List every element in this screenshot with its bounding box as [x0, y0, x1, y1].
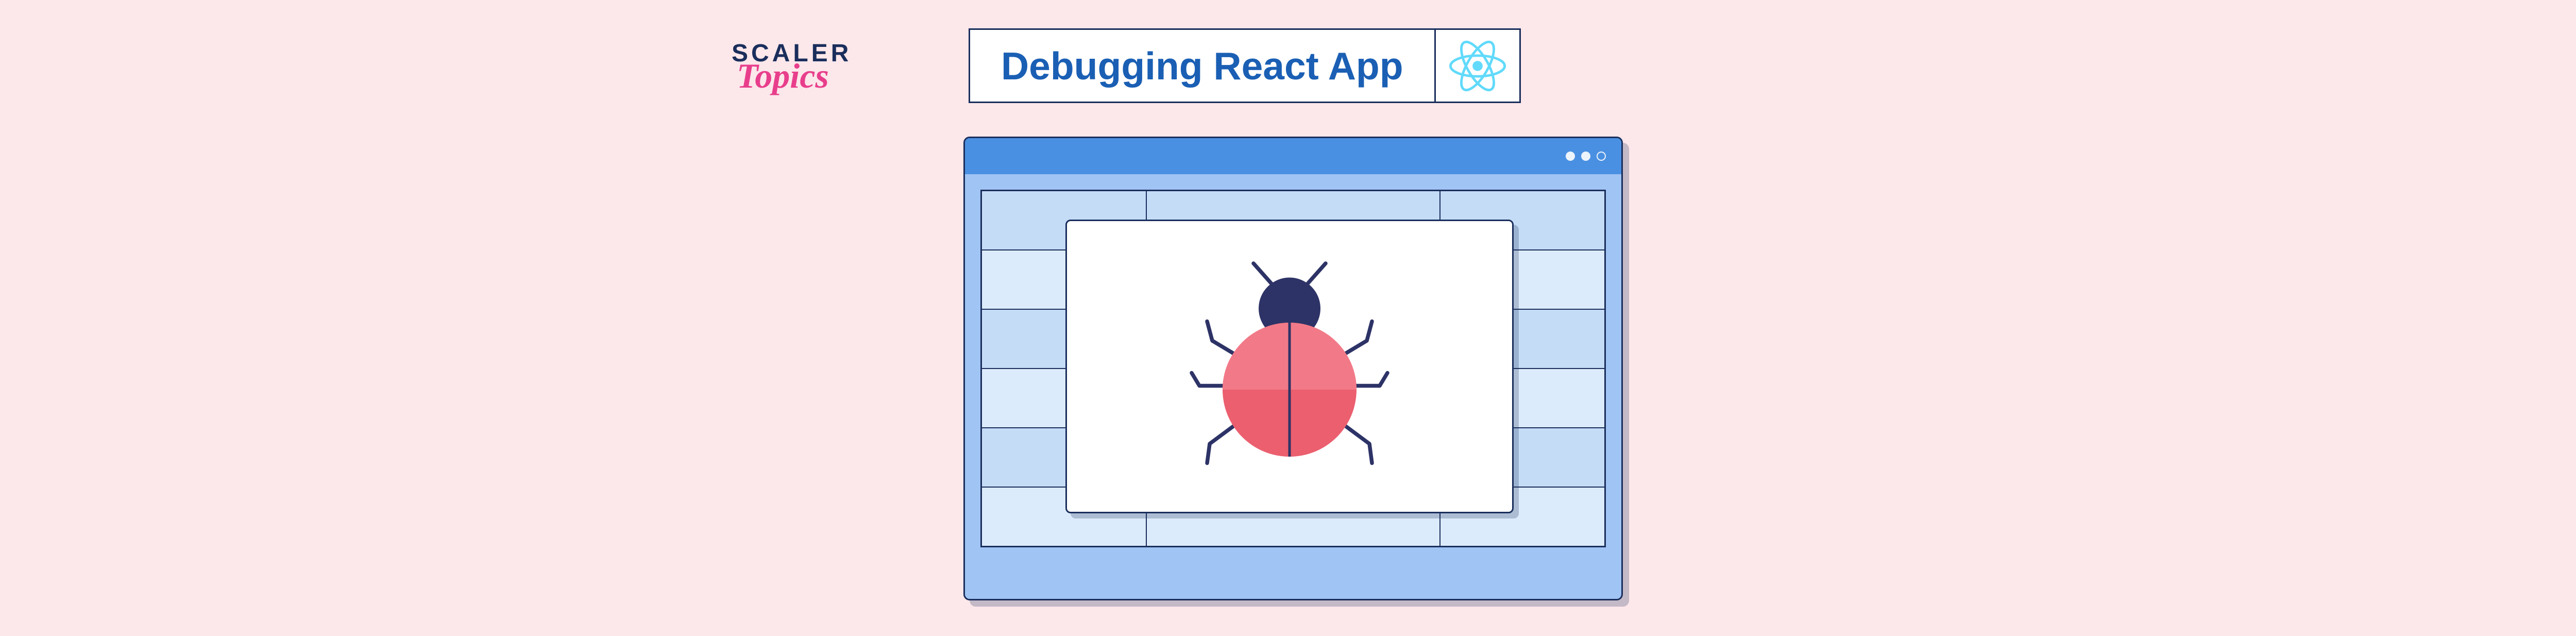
scaler-topics-logo: SCALER Topics: [732, 41, 852, 90]
title-bar: Debugging React App: [969, 28, 1521, 103]
page-title: Debugging React App: [970, 30, 1434, 102]
window-control-dot: [1597, 152, 1606, 161]
browser-window: [963, 137, 1623, 600]
bug-card: [1065, 220, 1514, 513]
table-area: [965, 174, 1621, 563]
bug-icon: [1161, 238, 1418, 495]
react-icon: [1434, 30, 1519, 102]
browser-titlebar: [965, 138, 1621, 174]
window-control-dot: [1566, 152, 1575, 161]
window-control-dot: [1581, 152, 1590, 161]
